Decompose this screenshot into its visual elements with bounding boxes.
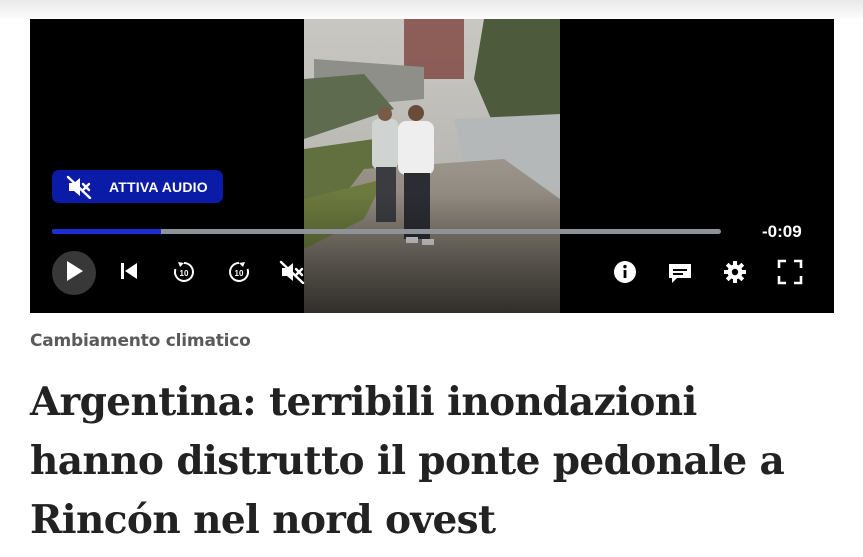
play-icon	[64, 260, 84, 287]
previous-button[interactable]	[118, 262, 140, 284]
fullscreen-button[interactable]	[776, 259, 804, 290]
article-category[interactable]: Cambiamento climatico	[30, 331, 251, 351]
info-icon	[613, 260, 637, 289]
speaker-muted-icon	[66, 175, 94, 199]
fullscreen-icon	[777, 259, 803, 290]
video-still-image	[304, 19, 560, 313]
progress-bar[interactable]	[52, 229, 721, 234]
speaker-muted-icon	[279, 260, 307, 289]
info-button[interactable]	[612, 260, 638, 289]
progress-fill	[52, 229, 162, 234]
forward-10-button[interactable]: 10	[226, 261, 252, 287]
enable-audio-button[interactable]: ATTIVA AUDIO	[52, 170, 223, 203]
play-button[interactable]	[52, 251, 96, 295]
mute-button[interactable]	[278, 260, 308, 288]
enable-audio-label: ATTIVA AUDIO	[109, 178, 208, 195]
forward-10-icon: 10	[227, 260, 251, 289]
svg-text:10: 10	[235, 269, 244, 278]
rewind-10-button[interactable]: 10	[171, 261, 197, 287]
gear-icon	[723, 260, 747, 289]
subtitles-icon	[667, 261, 693, 290]
skip-previous-icon	[119, 261, 139, 286]
rewind-10-icon: 10	[172, 260, 196, 289]
subtitles-button[interactable]	[666, 261, 694, 289]
article-headline: Argentina: terribili inondazioni hanno d…	[30, 379, 785, 543]
svg-text:10: 10	[180, 269, 189, 278]
settings-button[interactable]	[721, 260, 749, 288]
video-frame	[304, 19, 560, 313]
time-remaining: -0:09	[762, 222, 802, 241]
video-player[interactable]: ATTIVA AUDIO -0:09 10 10	[30, 19, 834, 313]
